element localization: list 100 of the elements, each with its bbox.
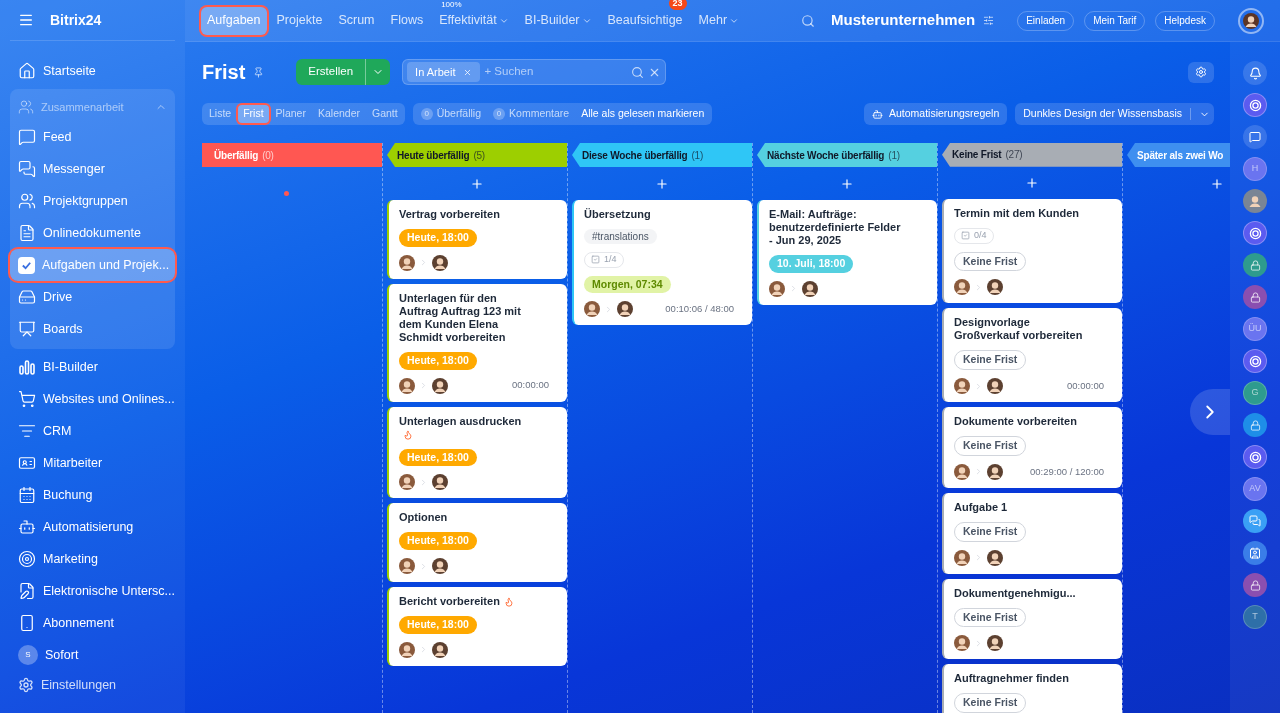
sidebar-item[interactable]: Onlinedokumente bbox=[10, 217, 175, 250]
chat-avatar[interactable]: H bbox=[1243, 157, 1267, 181]
company-name[interactable]: Musterunternehmen bbox=[831, 9, 976, 32]
deadline-badge[interactable]: Keine Frist bbox=[954, 607, 1027, 628]
column-title: Nächste Woche überfällig bbox=[767, 148, 885, 163]
task-card[interactable]: Optionen Heute, 18:00 bbox=[387, 503, 567, 582]
logo[interactable]: Bitrix24 bbox=[50, 9, 102, 31]
sidebar-item[interactable]: Messenger bbox=[10, 153, 175, 186]
task-title: Übersetzung bbox=[584, 208, 651, 220]
task-title: Vertrag vorbereiten bbox=[399, 208, 500, 220]
task-card[interactable]: Dokumente vorbereiten Keine Frist 00:29:00 / 120:00 bbox=[942, 407, 1122, 488]
task-card[interactable]: Auftragnehmer finden Keine Frist bbox=[942, 664, 1122, 713]
group-header[interactable]: Zusammenarbeit bbox=[10, 93, 175, 122]
task-title: Bericht vorbereiten bbox=[399, 595, 500, 607]
column-count: (0) bbox=[262, 148, 274, 163]
sidebar-item[interactable]: Drive bbox=[10, 281, 175, 314]
task-card[interactable]: Termin mit dem Kunden 0/4 Keine Frist bbox=[942, 199, 1122, 304]
filter-chip[interactable]: In Arbeit bbox=[407, 62, 481, 82]
task-card[interactable]: Vertrag vorbereiten Heute, 18:00 bbox=[387, 200, 567, 279]
theme-select[interactable]: Dunkles Design der Wissensbasis bbox=[1015, 103, 1214, 125]
nav-tab[interactable]: Flows bbox=[384, 6, 430, 35]
search-field[interactable]: In Arbeit + Suchen bbox=[402, 59, 667, 85]
task-card[interactable]: Dokumentgenehmigu... Keine Frist bbox=[942, 578, 1122, 660]
mark-read-link[interactable]: Alle als gelesen markieren bbox=[581, 106, 705, 122]
counter-badge: 23 bbox=[668, 0, 687, 10]
sidebar-item[interactable]: Buchung bbox=[10, 479, 175, 512]
task-card[interactable]: Aufgabe 1 Keine Frist bbox=[942, 492, 1122, 574]
task-card[interactable]: Bericht vorbereiten Heute, 18:00 bbox=[387, 587, 567, 666]
sidebar-item[interactable]: CRM bbox=[10, 415, 175, 448]
deadline-badge[interactable]: Morgen, 07:34 bbox=[584, 275, 671, 294]
tag[interactable]: #translations bbox=[584, 229, 657, 244]
view-tab[interactable]: Gantt bbox=[367, 105, 403, 123]
chat-avatar[interactable]: T bbox=[1243, 605, 1267, 629]
sidebar-item[interactable]: Automatisierung bbox=[10, 511, 175, 544]
counter-filter[interactable]: 0 Kommentare bbox=[493, 106, 570, 122]
view-tab[interactable]: Kalender bbox=[312, 105, 365, 123]
task-title: Unterlagen für den Auftrag Auftrag 123 mit dem Kunden Elena Schmidt vorbereiten bbox=[399, 291, 521, 343]
view-tab[interactable]: Liste bbox=[204, 105, 237, 123]
column-header[interactable]: Später als zwei Wo bbox=[1127, 143, 1230, 167]
sidebar-item[interactable]: Marketing bbox=[10, 543, 175, 576]
task-title: Auftragnehmer finden bbox=[954, 672, 1069, 685]
automation-button[interactable]: Automatisierungsregeln bbox=[863, 103, 1008, 125]
column-header[interactable]: Keine Frist (27) bbox=[942, 143, 1122, 167]
task-title: Unterlagen ausdrucken bbox=[399, 414, 522, 427]
nav-tab[interactable]: Effektivität bbox=[433, 6, 515, 35]
task-card[interactable]: Unterlagen ausdrucken Heute, 18:00 bbox=[387, 406, 567, 499]
column-header[interactable]: Heute überfällig (5) bbox=[387, 143, 567, 167]
deadline-badge[interactable]: Keine Frist bbox=[954, 693, 1027, 713]
column-count: (1) bbox=[888, 148, 900, 163]
chat-avatar[interactable]: ÜU bbox=[1243, 317, 1267, 341]
avatar-icon: S bbox=[18, 645, 38, 666]
nav-tab[interactable]: Projekte bbox=[270, 6, 329, 35]
task-title: Dokumente vorbereiten bbox=[954, 415, 1077, 428]
column-title: Diese Woche überfällig bbox=[582, 148, 688, 163]
sidebar-item[interactable]: Boards bbox=[10, 313, 175, 346]
sidebar-item[interactable]: BI-Builder bbox=[10, 351, 175, 384]
task-title: Termin mit dem Kunden bbox=[954, 207, 1080, 220]
sidebar-item[interactable]: Elektronische Untersc... bbox=[10, 575, 175, 608]
column-header[interactable]: Diese Woche überfällig (1) bbox=[572, 143, 752, 167]
settings-item[interactable]: Einstellungen bbox=[10, 671, 175, 699]
page-title: Frist bbox=[202, 60, 246, 85]
deadline-badge[interactable]: Keine Frist bbox=[954, 251, 1027, 272]
task-card[interactable]: Unterlagen für den Auftrag Auftrag 123 mit dem Kunden Elena Schmidt vorbereiten Heute, 18:00 00:00:00 bbox=[387, 283, 567, 402]
task-title: Aufgabe 1 bbox=[954, 500, 1008, 513]
column-count: (5) bbox=[473, 148, 485, 163]
nav-tab[interactable]: Scrum bbox=[332, 6, 381, 35]
deadline-badge[interactable]: Keine Frist bbox=[954, 521, 1027, 542]
sidebar-item[interactable]: Aufgaben und Projek... bbox=[10, 249, 175, 282]
counter-filter[interactable]: 0 Überfällig bbox=[420, 106, 482, 122]
sidebar-item[interactable]: S Sofort bbox=[10, 639, 175, 672]
column-title: Später als zwei Wo bbox=[1137, 148, 1224, 163]
column-header[interactable]: Überfällig (0) bbox=[202, 143, 382, 167]
sidebar-item[interactable]: Startseite bbox=[10, 55, 175, 88]
counter-badge: 0 bbox=[493, 108, 506, 120]
task-card[interactable]: Designvorlage Großverkauf vorbereiten Keine Frist 00:00:00 bbox=[942, 308, 1122, 403]
view-tab[interactable]: Planer bbox=[270, 105, 311, 123]
time-tracker: 00:00:00 bbox=[1067, 379, 1104, 393]
column-count: (1) bbox=[691, 148, 704, 163]
sidebar-item[interactable]: Abonnement bbox=[10, 607, 175, 640]
view-tab[interactable]: Frist bbox=[238, 105, 269, 123]
superscript: 100% bbox=[441, 0, 462, 9]
nav-tab[interactable]: BI-Builder bbox=[518, 6, 598, 35]
chat-avatar[interactable]: AV bbox=[1243, 477, 1267, 501]
time-tracker: 00:10:06 / 48:00 bbox=[665, 302, 734, 317]
chat-avatar[interactable]: G bbox=[1243, 381, 1267, 405]
sidebar-item[interactable]: Projektgruppen bbox=[10, 185, 175, 218]
sidebar-item[interactable]: Mitarbeiter bbox=[10, 447, 175, 480]
task-card[interactable]: Übersetzung #translations 1/4 Morgen, 07:34 00:10:06 / 48:00 bbox=[572, 200, 752, 326]
task-title: Designvorlage Großverkauf vorbereiten bbox=[954, 316, 1083, 342]
task-card[interactable]: E-Mail: Aufträge: benutzerdefinierte Felder - Jun 29, 2025 10. Juli, 18:00 bbox=[757, 200, 937, 305]
column-title: Keine Frist bbox=[952, 148, 1002, 163]
deadline-badge[interactable]: Keine Frist bbox=[954, 436, 1027, 456]
counter-label: Kommentare bbox=[509, 106, 570, 122]
task-title: Optionen bbox=[399, 511, 448, 524]
nav-tab[interactable]: Aufgaben bbox=[201, 6, 267, 35]
sidebar-item[interactable]: Feed bbox=[10, 121, 175, 154]
column-header[interactable]: Nächste Woche überfällig (1) bbox=[757, 143, 937, 167]
nav-tab[interactable]: Mehr bbox=[692, 6, 746, 35]
deadline-badge[interactable]: Keine Frist bbox=[954, 350, 1027, 371]
sidebar-item[interactable]: Websites und Onlines... bbox=[10, 383, 175, 416]
